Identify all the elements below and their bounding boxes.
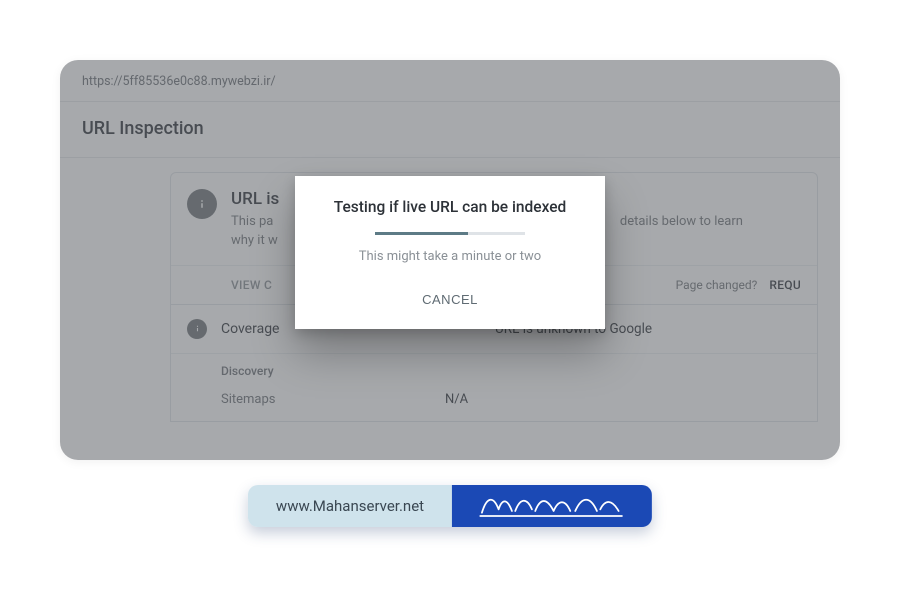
dialog-title: Testing if live URL can be indexed (317, 198, 583, 216)
cancel-button[interactable]: CANCEL (412, 286, 488, 313)
search-console-app: https://5ff85536e0c88.mywebzi.ir/ URL In… (60, 60, 840, 460)
live-test-dialog: Testing if live URL can be indexed This … (295, 176, 605, 329)
dialog-subtitle: This might take a minute or two (317, 249, 583, 264)
brand-bar: www.Mahanserver.net (248, 485, 652, 527)
brand-logo (452, 485, 652, 527)
brand-url: www.Mahanserver.net (248, 485, 452, 527)
progress-bar (375, 232, 525, 235)
progress-fill (375, 232, 468, 235)
